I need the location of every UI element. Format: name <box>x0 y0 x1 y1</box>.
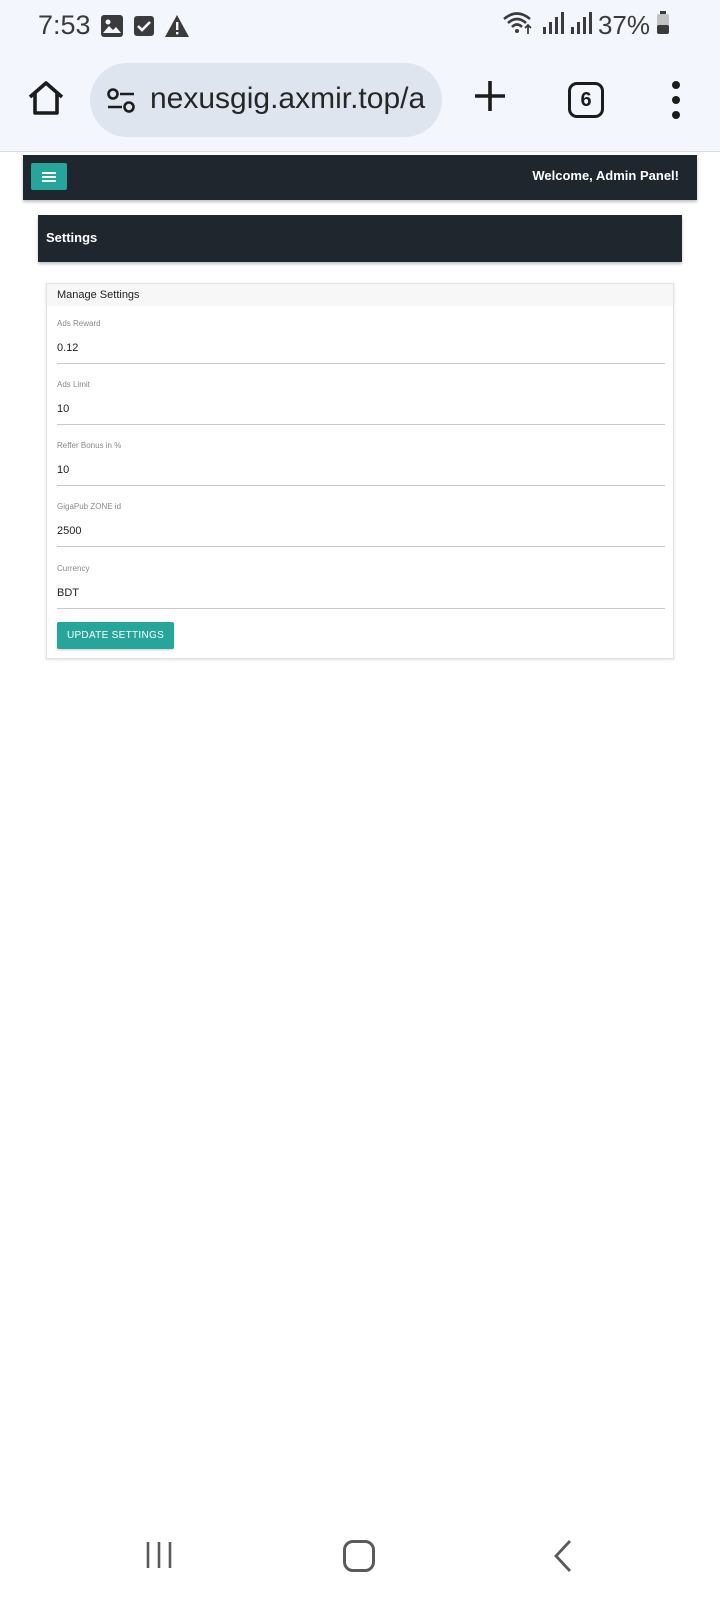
signal-icon <box>542 11 564 40</box>
gigapub-zone-input[interactable]: 2500 <box>57 525 665 547</box>
currency-input[interactable]: BDT <box>57 587 665 609</box>
gigapub-zone-field[interactable]: GigaPub ZONE id 2500 <box>57 502 665 547</box>
reffer-bonus-input[interactable]: 10 <box>57 464 665 486</box>
settings-card: Manage Settings Ads Reward 0.12 Ads Limi… <box>46 283 674 659</box>
status-time: 7:53 <box>38 10 91 40</box>
field-label: Ads Limit <box>57 380 90 389</box>
site-settings-icon[interactable] <box>106 87 136 115</box>
reffer-bonus-field[interactable]: Reffer Bonus in % 10 <box>57 441 665 486</box>
page-header: Settings <box>38 215 682 262</box>
tab-switcher-button[interactable]: 6 <box>568 82 604 118</box>
url-text[interactable]: nexusgig.axmir.top/a <box>150 82 425 116</box>
ads-reward-input[interactable]: 0.12 <box>57 342 665 364</box>
notification-icons <box>100 14 190 43</box>
more-menu-icon[interactable] <box>666 80 686 120</box>
field-label: Ads Reward <box>57 319 101 328</box>
ads-reward-field[interactable]: Ads Reward 0.12 <box>57 319 665 364</box>
currency-field[interactable]: Currency BDT <box>57 564 665 609</box>
home-icon[interactable] <box>26 78 66 118</box>
recents-icon[interactable] <box>145 1540 175 1570</box>
field-label: Currency <box>57 564 90 573</box>
battery-percentage: 37% <box>597 10 650 40</box>
warning-icon <box>164 14 190 43</box>
status-right: 37% <box>502 10 670 41</box>
admin-top-nav: Welcome, Admin Panel! <box>23 155 697 200</box>
wifi-icon <box>502 10 536 41</box>
checkbox-icon <box>132 14 156 43</box>
menu-icon <box>42 171 56 182</box>
battery-icon <box>656 11 670 40</box>
home-nav-icon[interactable] <box>343 1540 375 1572</box>
signal-icon-2 <box>570 11 592 40</box>
update-settings-button[interactable]: UPDATE SETTINGS <box>57 622 174 649</box>
ads-limit-input[interactable]: 10 <box>57 403 665 425</box>
address-bar[interactable]: nexusgig.axmir.top/a <box>90 63 442 137</box>
new-tab-plus-icon[interactable] <box>472 78 508 114</box>
system-nav-bar <box>0 1508 720 1600</box>
hamburger-menu-button[interactable] <box>31 163 67 190</box>
field-label: GigaPub ZONE id <box>57 502 122 511</box>
back-icon[interactable] <box>550 1538 576 1574</box>
welcome-text: Welcome, Admin Panel! <box>532 168 679 183</box>
ads-limit-field[interactable]: Ads Limit 10 <box>57 380 665 425</box>
page-title: Settings <box>46 230 98 245</box>
browser-toolbar: nexusgig.axmir.top/a 6 <box>0 52 720 152</box>
field-label: Reffer Bonus in % <box>57 441 122 450</box>
status-bar: 7:53 37% <box>0 0 720 52</box>
image-icon <box>100 14 124 43</box>
card-title: Manage Settings <box>47 284 673 306</box>
